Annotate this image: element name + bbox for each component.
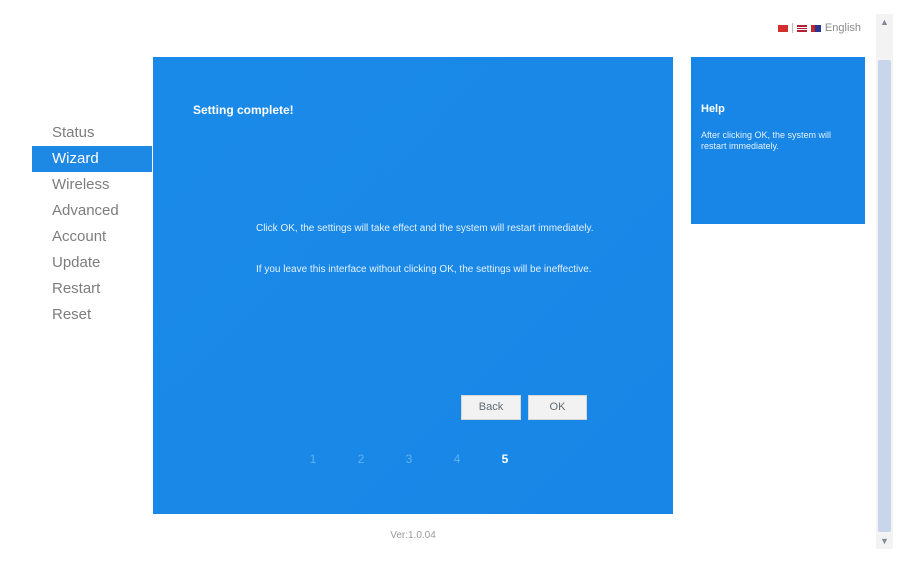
sidebar-item-restart[interactable]: Restart: [32, 276, 152, 302]
china-flag-icon[interactable]: [777, 24, 788, 32]
sidebar-nav: Status Wizard Wireless Advanced Account …: [32, 120, 152, 328]
step-indicator: 2: [357, 452, 365, 466]
step-indicator: 3: [405, 452, 413, 466]
help-title: Help: [701, 103, 725, 115]
sidebar-item-account[interactable]: Account: [32, 224, 152, 250]
ineffective-warning: If you leave this interface without clic…: [256, 264, 592, 275]
sidebar-item-wireless[interactable]: Wireless: [32, 172, 152, 198]
sidebar-item-advanced[interactable]: Advanced: [32, 198, 152, 224]
vertical-scrollbar[interactable]: ▲ ▼: [876, 14, 893, 549]
help-text: After clicking OK, the system will resta…: [701, 130, 832, 151]
scroll-thumb[interactable]: [878, 60, 891, 532]
page-title: Setting complete!: [193, 103, 294, 117]
step-indicator-current: 5: [501, 452, 509, 466]
scroll-down-arrow-icon[interactable]: ▼: [876, 533, 893, 549]
scroll-up-arrow-icon[interactable]: ▲: [876, 14, 893, 30]
step-indicator: 1: [309, 452, 317, 466]
help-panel: Help After clicking OK, the system will …: [691, 57, 865, 224]
us-flag-icon[interactable]: [796, 24, 807, 32]
wizard-steps: 1 2 3 4 5: [289, 452, 529, 466]
back-button[interactable]: Back: [461, 395, 521, 420]
language-bar: English: [777, 22, 861, 34]
sidebar-item-status[interactable]: Status: [32, 120, 152, 146]
restart-message: Click OK, the settings will take effect …: [256, 223, 594, 234]
uk-flag-icon[interactable]: [810, 24, 821, 32]
wizard-panel: Setting complete! Click OK, the settings…: [153, 57, 673, 514]
sidebar-item-update[interactable]: Update: [32, 250, 152, 276]
language-separator: [791, 23, 793, 33]
sidebar-item-reset[interactable]: Reset: [32, 302, 152, 328]
version-label: Ver:1.0.04: [390, 530, 436, 541]
step-indicator: 4: [453, 452, 461, 466]
language-label[interactable]: English: [825, 22, 861, 34]
sidebar-item-wizard[interactable]: Wizard: [32, 146, 152, 172]
ok-button[interactable]: OK: [528, 395, 587, 420]
